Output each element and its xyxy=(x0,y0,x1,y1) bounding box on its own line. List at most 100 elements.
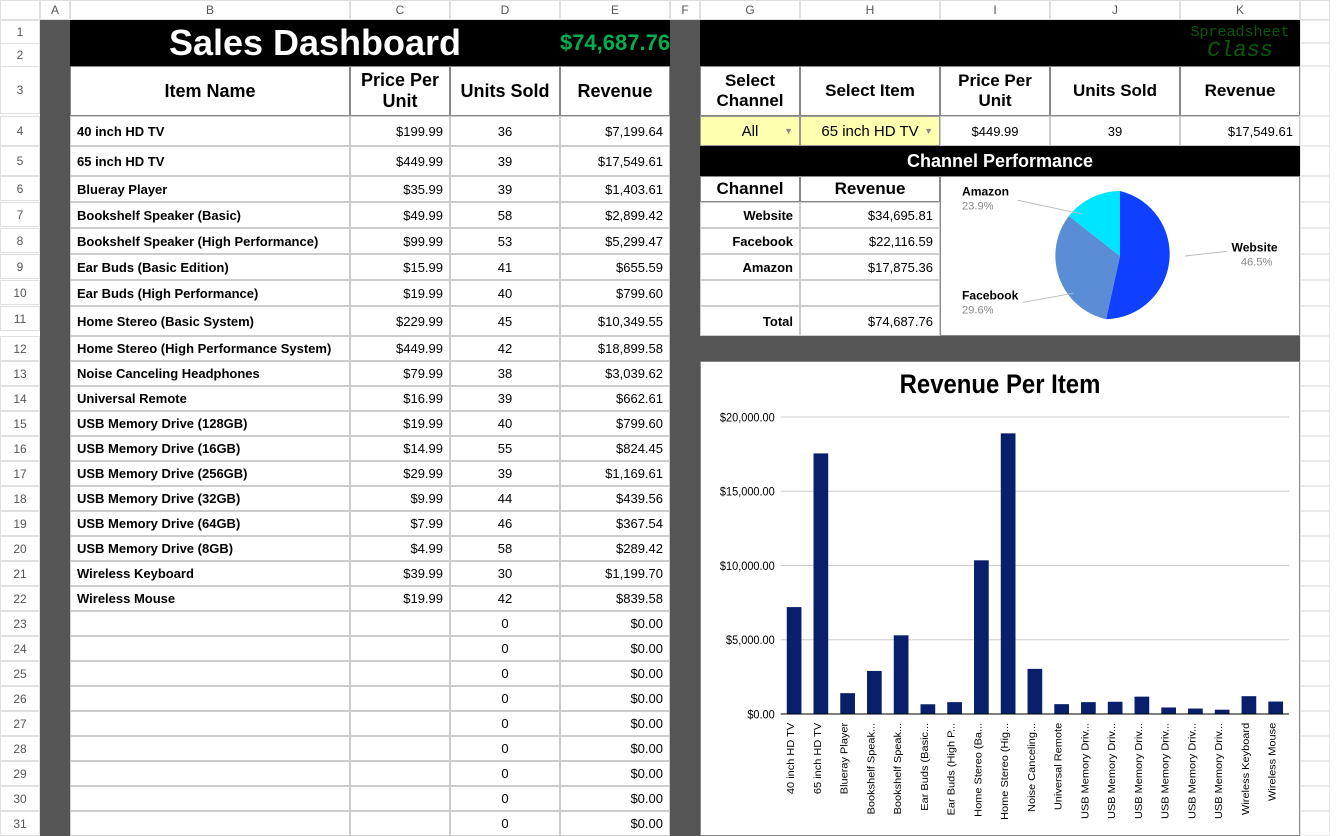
row-head-15[interactable]: 15 xyxy=(0,411,40,436)
item-name[interactable]: Noise Canceling Headphones xyxy=(70,361,350,386)
item-price-empty[interactable] xyxy=(350,711,450,736)
col-head-C[interactable]: C xyxy=(350,0,450,20)
item-name[interactable]: Bookshelf Speaker (Basic) xyxy=(70,202,350,228)
item-units-zero[interactable]: 0 xyxy=(450,686,560,711)
item-name-empty[interactable] xyxy=(70,711,350,736)
item-revenue[interactable]: $18,899.58 xyxy=(560,336,670,361)
row-head-5[interactable]: 5 xyxy=(0,146,40,176)
item-units-zero[interactable]: 0 xyxy=(450,611,560,636)
row-head-27[interactable]: 27 xyxy=(0,711,40,736)
channel-name[interactable]: Facebook xyxy=(700,228,800,254)
row-head-20[interactable]: 20 xyxy=(0,536,40,561)
item-price[interactable]: $4.99 xyxy=(350,536,450,561)
item-name[interactable]: Ear Buds (High Performance) xyxy=(70,280,350,306)
r-rev[interactable]: $17,549.61 xyxy=(1180,116,1300,146)
row-head-6[interactable]: 6 xyxy=(0,176,40,201)
item-rev-zero[interactable]: $0.00 xyxy=(560,811,670,836)
item-revenue[interactable]: $662.61 xyxy=(560,386,670,411)
item-price[interactable]: $79.99 xyxy=(350,361,450,386)
item-units[interactable]: 39 xyxy=(450,461,560,486)
row-head-24[interactable]: 24 xyxy=(0,636,40,661)
item-name[interactable]: Universal Remote xyxy=(70,386,350,411)
row-head-9[interactable]: 9 xyxy=(0,254,40,279)
item-units[interactable]: 30 xyxy=(450,561,560,586)
item-price[interactable]: $9.99 xyxy=(350,486,450,511)
item-units-zero[interactable]: 0 xyxy=(450,661,560,686)
item-price[interactable]: $14.99 xyxy=(350,436,450,461)
item-units[interactable]: 38 xyxy=(450,361,560,386)
channel-name[interactable]: Amazon xyxy=(700,254,800,280)
item-price-empty[interactable] xyxy=(350,811,450,836)
item-units[interactable]: 44 xyxy=(450,486,560,511)
item-name-empty[interactable] xyxy=(70,736,350,761)
col-head-H[interactable]: H xyxy=(800,0,940,20)
item-name[interactable]: Home Stereo (High Performance System) xyxy=(70,336,350,361)
row-head-11[interactable]: 11 xyxy=(0,306,40,331)
row-head-22[interactable]: 22 xyxy=(0,586,40,611)
item-price[interactable]: $449.99 xyxy=(350,146,450,176)
item-revenue[interactable]: $17,549.61 xyxy=(560,146,670,176)
item-name-empty[interactable] xyxy=(70,661,350,686)
item-rev-zero[interactable]: $0.00 xyxy=(560,611,670,636)
channel-rev[interactable]: $22,116.59 xyxy=(800,228,940,254)
item-name[interactable]: USB Memory Drive (128GB) xyxy=(70,411,350,436)
item-price[interactable]: $99.99 xyxy=(350,228,450,254)
item-rev-zero[interactable]: $0.00 xyxy=(560,661,670,686)
row-head-12[interactable]: 12 xyxy=(0,336,40,361)
item-rev-zero[interactable]: $0.00 xyxy=(560,711,670,736)
item-price[interactable]: $16.99 xyxy=(350,386,450,411)
item-price[interactable]: $39.99 xyxy=(350,561,450,586)
item-name[interactable]: Bookshelf Speaker (High Performance) xyxy=(70,228,350,254)
item-units[interactable]: 58 xyxy=(450,536,560,561)
item-revenue[interactable]: $799.60 xyxy=(560,411,670,436)
col-head-B[interactable]: B xyxy=(70,0,350,20)
item-rev-zero[interactable]: $0.00 xyxy=(560,786,670,811)
item-price[interactable]: $229.99 xyxy=(350,306,450,336)
row-head-10[interactable]: 10 xyxy=(0,280,40,305)
row-head-28[interactable]: 28 xyxy=(0,736,40,761)
item-units[interactable]: 42 xyxy=(450,586,560,611)
row-head-19[interactable]: 19 xyxy=(0,511,40,536)
row-head-26[interactable]: 26 xyxy=(0,686,40,711)
item-units-zero[interactable]: 0 xyxy=(450,811,560,836)
item-revenue[interactable]: $5,299.47 xyxy=(560,228,670,254)
item-price-empty[interactable] xyxy=(350,736,450,761)
item-rev-zero[interactable]: $0.00 xyxy=(560,636,670,661)
item-name-empty[interactable] xyxy=(70,811,350,836)
item-units[interactable]: 40 xyxy=(450,280,560,306)
item-price[interactable]: $449.99 xyxy=(350,336,450,361)
row-head-2[interactable]: 2 xyxy=(0,43,40,67)
channel-rev[interactable]: $17,875.36 xyxy=(800,254,940,280)
item-units[interactable]: 55 xyxy=(450,436,560,461)
row-head-16[interactable]: 16 xyxy=(0,436,40,461)
item-units-zero[interactable]: 0 xyxy=(450,636,560,661)
select-item-dropdown[interactable]: 65 inch HD TV▼ xyxy=(800,116,940,146)
row-head-1[interactable]: 1 xyxy=(0,20,40,44)
item-revenue[interactable]: $367.54 xyxy=(560,511,670,536)
item-name[interactable]: USB Memory Drive (8GB) xyxy=(70,536,350,561)
item-revenue[interactable]: $439.56 xyxy=(560,486,670,511)
item-price[interactable]: $19.99 xyxy=(350,280,450,306)
col-head-K[interactable]: K xyxy=(1180,0,1300,20)
item-units[interactable]: 45 xyxy=(450,306,560,336)
item-price-empty[interactable] xyxy=(350,686,450,711)
item-revenue[interactable]: $7,199.64 xyxy=(560,116,670,146)
row-head-31[interactable]: 31 xyxy=(0,811,40,836)
item-name-empty[interactable] xyxy=(70,786,350,811)
item-price[interactable]: $19.99 xyxy=(350,586,450,611)
item-name-empty[interactable] xyxy=(70,611,350,636)
row-head-13[interactable]: 13 xyxy=(0,361,40,386)
row-head-8[interactable]: 8 xyxy=(0,228,40,253)
item-name[interactable]: Wireless Mouse xyxy=(70,586,350,611)
item-rev-zero[interactable]: $0.00 xyxy=(560,686,670,711)
item-name[interactable]: Blueray Player xyxy=(70,176,350,202)
col-head-A[interactable]: A xyxy=(40,0,70,20)
item-revenue[interactable]: $824.45 xyxy=(560,436,670,461)
item-name[interactable]: USB Memory Drive (16GB) xyxy=(70,436,350,461)
item-revenue[interactable]: $3,039.62 xyxy=(560,361,670,386)
item-revenue[interactable]: $2,899.42 xyxy=(560,202,670,228)
row-head-3[interactable]: 3 xyxy=(0,66,40,114)
item-revenue[interactable]: $839.58 xyxy=(560,586,670,611)
item-name[interactable]: Wireless Keyboard xyxy=(70,561,350,586)
item-price[interactable]: $199.99 xyxy=(350,116,450,146)
